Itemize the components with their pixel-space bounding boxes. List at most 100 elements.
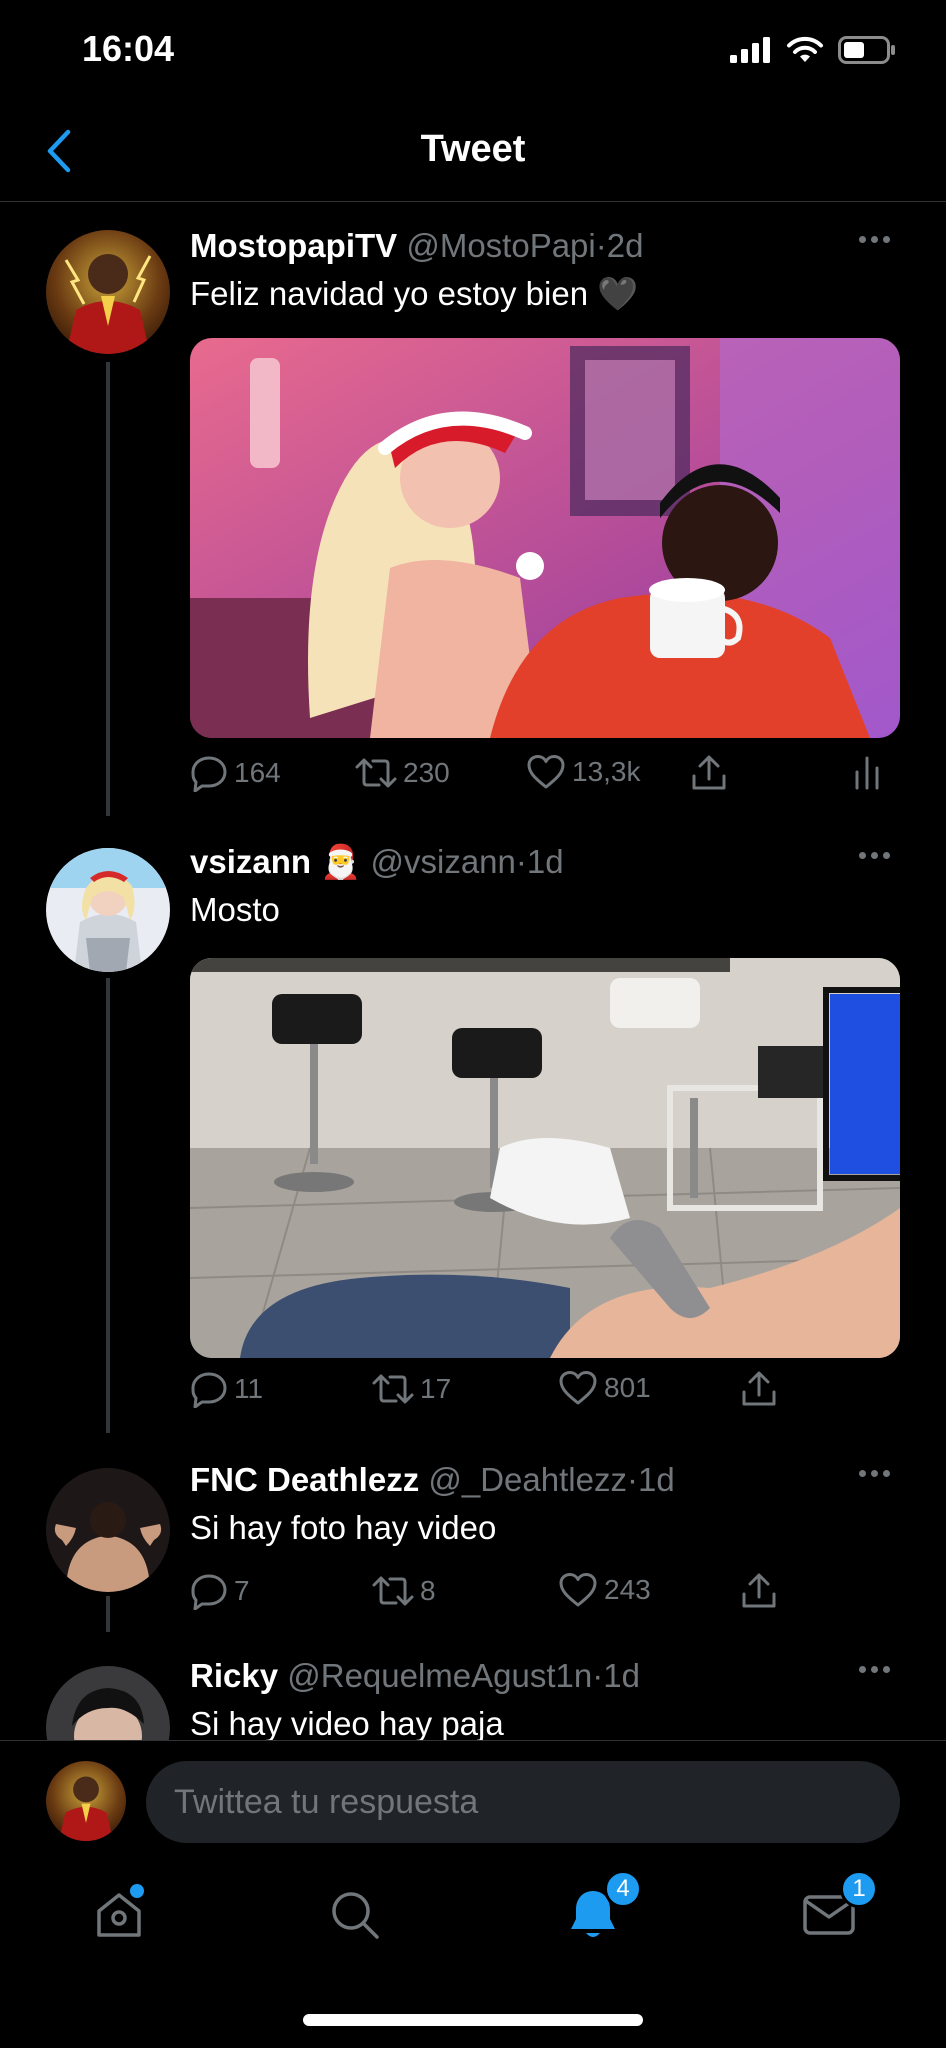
tweet-header: MostopapiTV @MostoPapi·2d xyxy=(190,224,856,268)
more-options-button[interactable] xyxy=(859,1470,890,1477)
retweet-count: 8 xyxy=(420,1575,436,1606)
home-new-indicator xyxy=(130,1884,144,1898)
heart-icon xyxy=(559,1573,597,1607)
retweet-button[interactable]: 8 xyxy=(372,1572,436,1610)
tweet-header: FNC Deathlezz @_Deahtlezz·1d xyxy=(190,1458,856,1502)
tweet-ricky[interactable]: Ricky @RequelmeAgust1n·1d Si hay video h… xyxy=(0,1632,946,1740)
tab-messages[interactable]: 1 xyxy=(794,1870,878,1950)
share-button[interactable] xyxy=(740,1370,778,1408)
search-icon xyxy=(332,1892,379,1939)
analytics-icon xyxy=(855,756,879,790)
like-count: 243 xyxy=(604,1574,651,1605)
reply-count: 164 xyxy=(234,757,281,788)
retweet-count: 17 xyxy=(420,1373,452,1404)
tweet-header: Ricky @RequelmeAgust1n·1d xyxy=(190,1654,856,1698)
retweet-count: 230 xyxy=(403,757,450,788)
like-count: 13,3k xyxy=(572,756,641,787)
tweet-vsizann[interactable]: vsizann 🎅 @vsizann·1d Mosto 11 17 801 xyxy=(0,818,946,1433)
share-button[interactable] xyxy=(690,754,728,792)
tweet-photo[interactable] xyxy=(190,338,900,738)
tweet-actions: 11 17 801 xyxy=(190,1370,916,1420)
retweet-button[interactable]: 230 xyxy=(355,754,450,792)
tweet-deathlezz[interactable]: FNC Deathlezz @_Deahtlezz·1d Si hay foto… xyxy=(0,1436,946,1632)
user-name[interactable]: FNC Deathlezz xyxy=(190,1461,419,1498)
my-avatar[interactable] xyxy=(46,1761,126,1841)
tweet-text: Si hay foto hay video xyxy=(190,1509,497,1546)
tab-bar: 4 1 xyxy=(0,1860,946,1970)
status-bar: 16:04 xyxy=(0,0,946,100)
retweet-button[interactable]: 17 xyxy=(372,1370,451,1408)
reply-button[interactable]: 7 xyxy=(190,1572,250,1610)
notifications-badge: 4 xyxy=(604,1870,642,1908)
reply-button[interactable]: 164 xyxy=(190,754,281,792)
battery-icon xyxy=(838,36,895,64)
tab-search[interactable] xyxy=(320,1880,390,1950)
thread-connector xyxy=(106,1596,110,1632)
page-title: Tweet xyxy=(420,128,526,170)
separator-dot: · xyxy=(595,227,607,264)
retweet-icon xyxy=(355,758,397,788)
tweet-actions: 7 8 243 xyxy=(190,1572,916,1622)
reply-bar xyxy=(0,1740,946,1860)
user-handle[interactable]: @_Deahtlezz xyxy=(428,1461,627,1498)
reply-icon xyxy=(191,756,227,792)
tweet-time: 1d xyxy=(637,1461,675,1498)
avatar[interactable] xyxy=(46,230,170,354)
user-handle[interactable]: @MostoPapi xyxy=(406,227,595,264)
share-button[interactable] xyxy=(740,1572,778,1610)
tab-home[interactable] xyxy=(84,1880,154,1950)
like-button[interactable]: 13,3k xyxy=(526,754,641,790)
tweet-time: 2d xyxy=(606,227,644,264)
user-name[interactable]: vsizann xyxy=(190,843,311,880)
tweet-time: 1d xyxy=(526,843,564,880)
reply-input[interactable] xyxy=(146,1761,900,1843)
wifi-icon xyxy=(787,36,823,62)
reply-count: 11 xyxy=(234,1373,264,1404)
retweet-icon xyxy=(372,1576,414,1606)
thread-connector xyxy=(106,978,110,1433)
tweet-text: Feliz navidad yo estoy bien 🖤 xyxy=(190,275,639,312)
more-options-button[interactable] xyxy=(859,852,890,859)
tweet-text: Mosto xyxy=(190,891,280,928)
cellular-signal-icon xyxy=(730,37,770,63)
tab-notifications[interactable]: 4 xyxy=(558,1870,642,1950)
more-options-button[interactable] xyxy=(859,1666,890,1673)
reply-icon xyxy=(191,1574,227,1610)
retweet-icon xyxy=(372,1374,414,1404)
analytics-button[interactable] xyxy=(852,754,882,790)
like-button[interactable]: 243 xyxy=(558,1572,651,1608)
separator-dot: · xyxy=(626,1461,638,1498)
home-indicator xyxy=(303,2014,643,2026)
status-icons xyxy=(730,36,896,64)
like-count: 801 xyxy=(604,1372,651,1403)
like-button[interactable]: 801 xyxy=(558,1370,651,1406)
more-options-button[interactable] xyxy=(859,236,890,243)
tweet-mostopapi[interactable]: MostopapiTV @MostoPapi·2d Feliz navidad … xyxy=(0,202,946,816)
status-time: 16:04 xyxy=(82,28,175,69)
heart-icon xyxy=(559,1371,597,1405)
avatar[interactable] xyxy=(46,848,170,972)
reply-icon xyxy=(191,1372,227,1408)
reply-button[interactable]: 11 xyxy=(190,1370,263,1408)
tweet-thread: MostopapiTV @MostoPapi·2d Feliz navidad … xyxy=(0,202,946,1740)
tweet-text: Si hay video hay paja xyxy=(190,1705,504,1740)
nav-bar: Tweet xyxy=(0,100,946,202)
heart-icon xyxy=(527,755,565,789)
user-name[interactable]: MostopapiTV xyxy=(190,227,397,264)
avatar[interactable] xyxy=(46,1468,170,1592)
separator-dot: · xyxy=(515,843,527,880)
thread-connector xyxy=(106,362,110,816)
avatar[interactable] xyxy=(46,1666,170,1740)
user-name[interactable]: Ricky xyxy=(190,1657,278,1694)
tweet-time: 1d xyxy=(603,1657,640,1694)
share-icon xyxy=(742,1573,776,1608)
user-handle[interactable]: @vsizann xyxy=(370,843,515,880)
share-icon xyxy=(742,1371,776,1406)
tweet-header: vsizann 🎅 @vsizann·1d xyxy=(190,840,856,884)
separator-dot: · xyxy=(592,1657,604,1694)
messages-badge: 1 xyxy=(840,1870,878,1908)
tweet-photo[interactable] xyxy=(190,958,900,1358)
reply-count: 7 xyxy=(234,1575,250,1606)
user-handle[interactable]: @RequelmeAgust1n xyxy=(287,1657,592,1694)
share-icon xyxy=(692,755,726,790)
